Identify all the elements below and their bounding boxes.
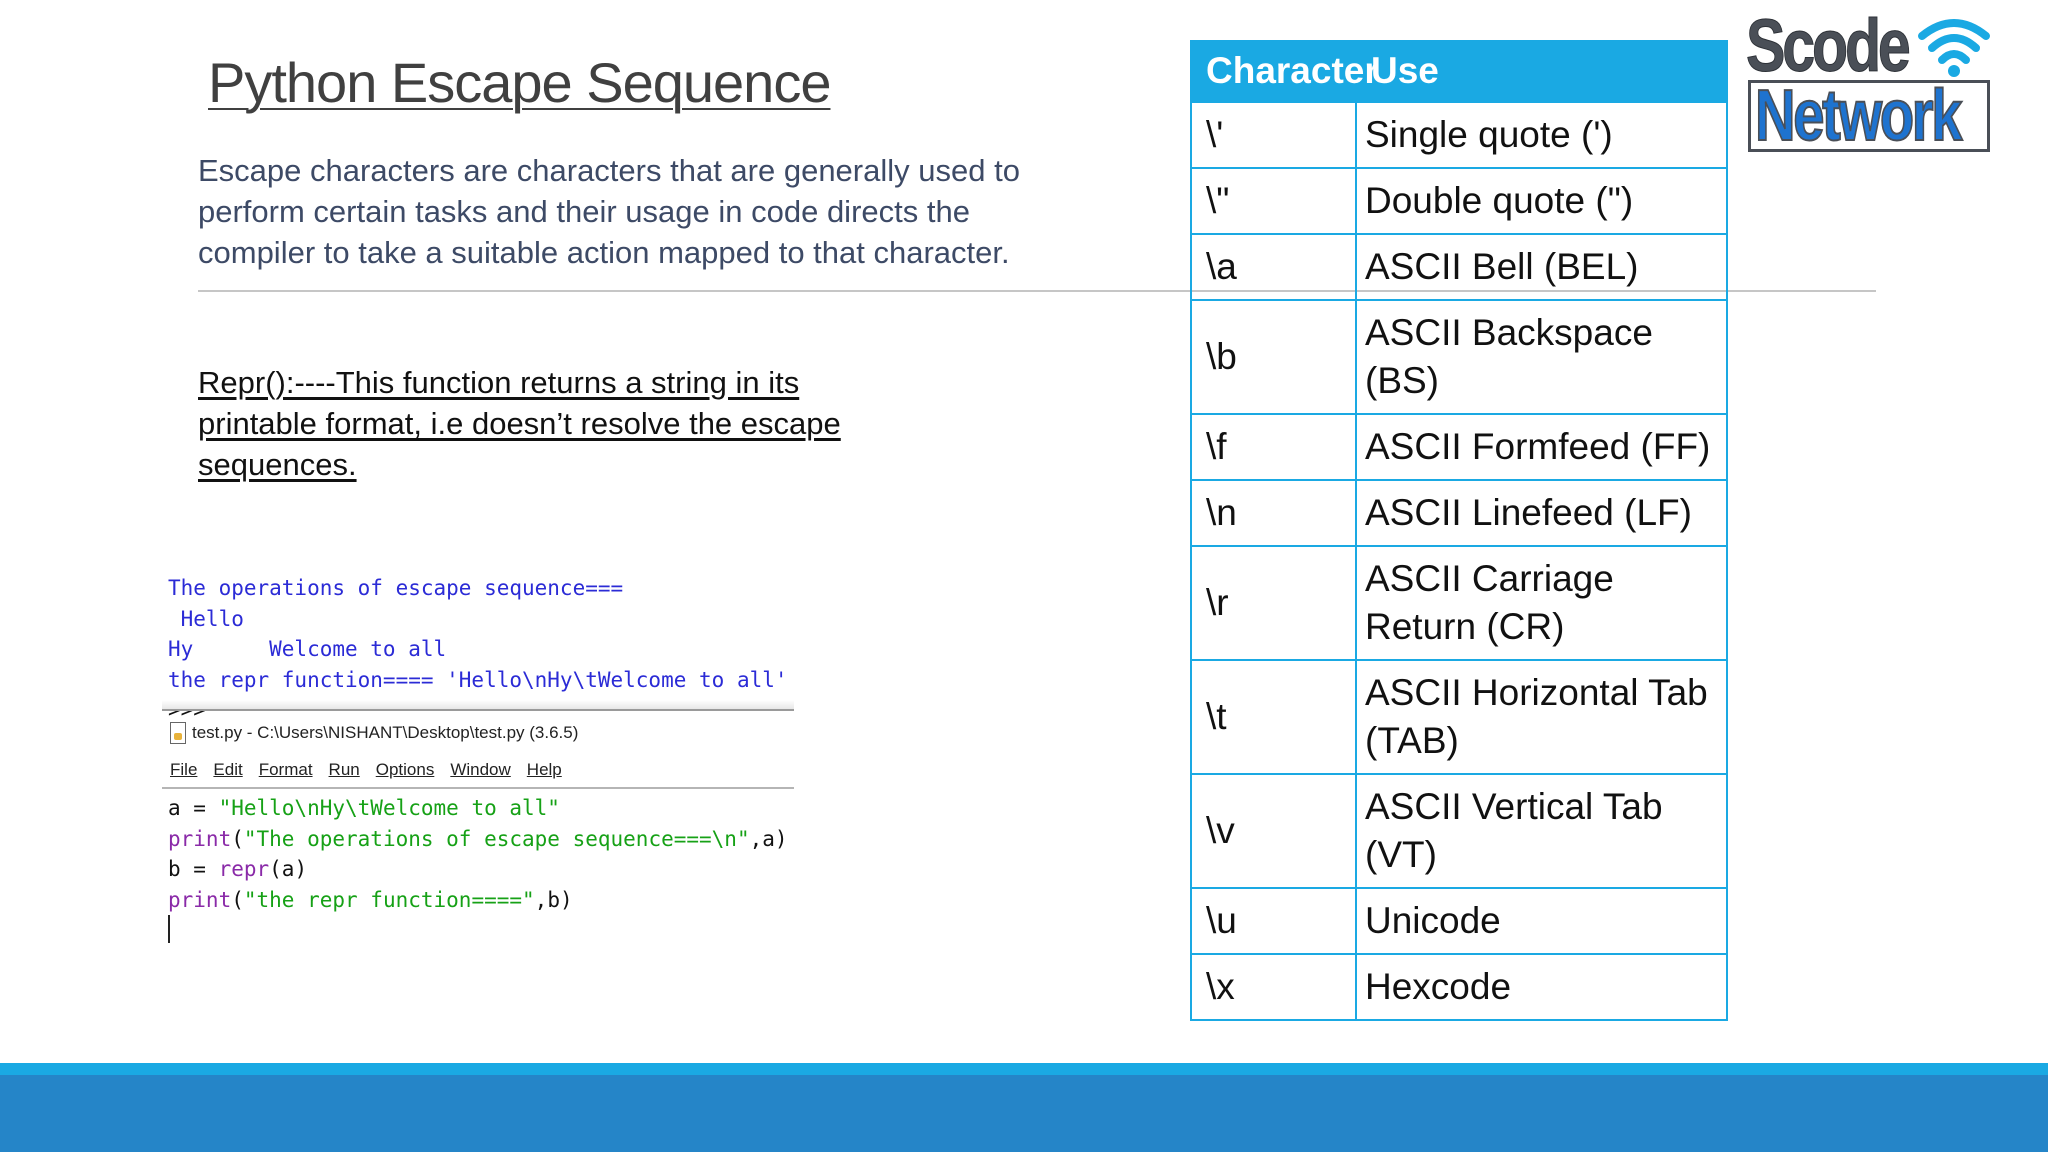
table-row: \a ASCII Bell (BEL) [1190, 233, 1728, 301]
table-header-row: Character Use [1190, 40, 1728, 102]
use-cell: ASCII Linefeed (LF) [1355, 479, 1728, 547]
code-line: b = repr(a) [168, 857, 308, 881]
table-row: \f ASCII Formfeed (FF) [1190, 413, 1728, 481]
editor-menu-bar: File Edit Format Run Options Window Help [170, 760, 562, 780]
char-cell: \v [1190, 773, 1357, 889]
logo-text-bottom: Network [1754, 80, 1963, 152]
wifi-icon [1918, 19, 1990, 77]
table-row: \u Unicode [1190, 887, 1728, 955]
table-row: \" Double quote (") [1190, 167, 1728, 235]
code-line: print("the repr function====",b) [168, 887, 573, 912]
use-cell: Double quote (") [1355, 167, 1728, 235]
code-editor[interactable]: a = "Hello\nHy\tWelcome to all" print("T… [168, 793, 788, 915]
use-cell: ASCII Backspace (BS) [1355, 299, 1728, 415]
use-cell: Hexcode [1355, 953, 1728, 1021]
char-cell: \t [1190, 659, 1357, 775]
footer-accent-bar [0, 1063, 2048, 1075]
editor-window-title: test.py - C:\Users\NISHANT\Desktop\test.… [192, 723, 579, 742]
output-line: The operations of escape sequence=== [168, 576, 624, 600]
logo-box: Network [1748, 80, 1990, 152]
use-cell: ASCII Carriage Return (CR) [1355, 545, 1728, 661]
repr-note: Repr():----This function returns a strin… [198, 365, 841, 482]
char-cell: \' [1190, 101, 1357, 169]
python-file-icon [170, 722, 186, 744]
output-line: Hello [168, 606, 244, 631]
header-use: Use [1355, 40, 1728, 102]
editor-title-bar: test.py - C:\Users\NISHANT\Desktop\test.… [170, 722, 578, 744]
window-border [162, 709, 794, 711]
use-cell: Unicode [1355, 887, 1728, 955]
char-cell: \" [1190, 167, 1357, 235]
escape-table: Character Use \' Single quote (') \" Doubl… [1190, 40, 1728, 1021]
table-row: \b ASCII Backspace (BS) [1190, 299, 1728, 415]
logo-text-top: Scode [1746, 4, 1912, 87]
menu-window[interactable]: Window [450, 760, 510, 780]
text-cursor [168, 915, 170, 943]
char-cell: \n [1190, 479, 1357, 547]
use-cell: ASCII Formfeed (FF) [1355, 413, 1728, 481]
table-row: \r ASCII Carriage Return (CR) [1190, 545, 1728, 661]
char-cell: \r [1190, 545, 1357, 661]
slide-title: Python Escape Sequence [208, 51, 831, 114]
table-row: \x Hexcode [1190, 953, 1728, 1021]
table-row: \v ASCII Vertical Tab (VT) [1190, 773, 1728, 889]
table-row: \' Single quote (') [1190, 101, 1728, 169]
output-line: the repr function==== 'Hello\nHy\tWelcom… [168, 667, 788, 692]
menu-run[interactable]: Run [329, 760, 360, 780]
table-row: \t ASCII Horizontal Tab (TAB) [1190, 659, 1728, 775]
use-cell: ASCII Horizontal Tab (TAB) [1355, 659, 1728, 775]
code-screenshot: The operations of escape sequence=== Hel… [162, 565, 802, 1045]
use-cell: ASCII Vertical Tab (VT) [1355, 773, 1728, 889]
char-cell: \x [1190, 953, 1357, 1021]
menu-options[interactable]: Options [376, 760, 435, 780]
menu-separator [162, 787, 794, 789]
menu-edit[interactable]: Edit [213, 760, 242, 780]
char-cell: \a [1190, 233, 1357, 301]
menu-file[interactable]: File [170, 760, 197, 780]
use-cell: Single quote (') [1355, 101, 1728, 169]
footer-bar [0, 1075, 2048, 1152]
char-cell: \f [1190, 413, 1357, 481]
menu-format[interactable]: Format [259, 760, 313, 780]
header-character: Character [1190, 40, 1379, 102]
table-row: \n ASCII Linefeed (LF) [1190, 479, 1728, 547]
menu-help[interactable]: Help [527, 760, 562, 780]
code-line: print("The operations of escape sequence… [168, 826, 788, 851]
code-line: a = "Hello\nHy\tWelcome to all" [168, 796, 560, 820]
use-cell: ASCII Bell (BEL) [1355, 233, 1728, 301]
char-cell: \u [1190, 887, 1357, 955]
output-line: Hy Welcome to all [168, 637, 447, 661]
intro-paragraph: Escape characters are characters that ar… [198, 153, 1020, 270]
scode-network-logo: Scode Network [1746, 4, 1992, 152]
char-cell: \b [1190, 299, 1357, 415]
